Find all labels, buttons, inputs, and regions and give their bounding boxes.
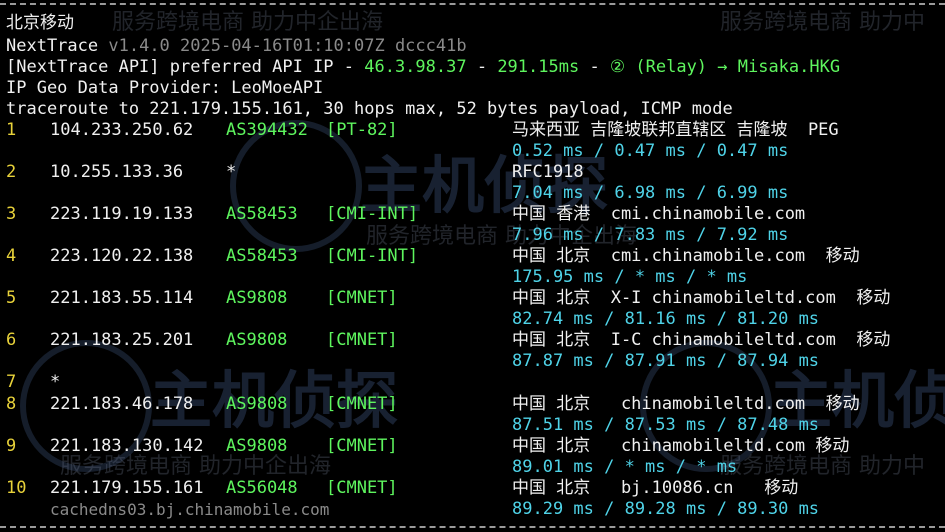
hop-rtt: 89.01 ms / * ms / * ms <box>512 457 738 477</box>
hop-tag: [CMI-INT] <box>326 246 419 266</box>
watermark-service-top: 服务跨境电商 助力中企出海 <box>112 10 383 35</box>
hop-rtt: 7.04 ms / 6.98 ms / 6.99 ms <box>512 183 789 203</box>
hop-number: 9 <box>6 436 17 456</box>
hop-ip: * <box>50 372 61 392</box>
hop-number: 4 <box>6 246 17 266</box>
hop-ip: 223.120.22.138 <box>50 246 194 266</box>
hop-tag: [PT-82] <box>326 120 398 140</box>
hop-number: 3 <box>6 204 17 224</box>
terminal-title: 北京移动 <box>6 13 74 33</box>
bottom-separator <box>0 526 945 528</box>
app-version: v1.4.0 2025-04-16T01:10:07Z dccc41b <box>108 36 467 56</box>
hop-number: 8 <box>6 394 17 414</box>
api-prefix: [NextTrace API] preferred API IP - <box>6 57 365 77</box>
hop-ip: 221.183.46.178 <box>50 394 194 414</box>
hop-asn: AS56048 <box>226 478 298 498</box>
hop-ip: 221.183.25.201 <box>50 330 194 350</box>
hop-ip: 221.179.155.161 <box>50 478 204 498</box>
hop-number: 6 <box>6 330 17 350</box>
hop-geo: 中国 北京 chinamobileltd.com 移动 <box>512 436 850 456</box>
hop-geo: 马来西亚 吉隆坡联邦直辖区 吉隆坡 PEG <box>512 120 839 140</box>
hop-tag: [CMNET] <box>326 288 398 308</box>
hop-asn: AS394432 <box>226 120 308 140</box>
api-relay: ② (Relay) → Misaka.HKG <box>609 57 841 77</box>
hop-rtt: 87.51 ms / 87.53 ms / 87.48 ms <box>512 415 820 435</box>
hop-asn: AS9808 <box>226 330 288 350</box>
hop-number: 1 <box>6 120 17 140</box>
hop-geo: 中国 北京 cmi.chinamobile.com 移动 <box>512 246 860 266</box>
hop-geo: 中国 香港 cmi.chinamobile.com <box>512 204 806 224</box>
hop-asn: AS9808 <box>226 394 288 414</box>
hop-asn: AS58453 <box>226 246 298 266</box>
hop-rtt: 87.87 ms / 87.91 ms / 87.94 ms <box>512 351 820 371</box>
hop-geo: RFC1918 <box>512 162 584 182</box>
api-sep2: - <box>579 57 610 77</box>
hop-ip: 221.183.55.114 <box>50 288 194 308</box>
hop-number: 7 <box>6 372 17 392</box>
hop-number: 10 <box>6 478 27 498</box>
api-latency: 291.15ms <box>497 57 580 77</box>
hop-geo: 中国 北京 bj.10086.cn 移动 <box>512 478 799 498</box>
api-ip: 46.3.98.37 <box>364 57 467 77</box>
hop-tag: [CMNET] <box>326 478 398 498</box>
hop-rtt: 7.96 ms / 7.83 ms / 7.92 ms <box>512 225 789 245</box>
hop-tag: [CMI-INT] <box>326 204 419 224</box>
hop-number: 2 <box>6 162 17 182</box>
hop-number: 5 <box>6 288 17 308</box>
traceroute-command-line: traceroute to 221.179.155.161, 30 hops m… <box>6 99 733 119</box>
hop-rtt: 0.52 ms / 0.47 ms / 0.47 ms <box>512 141 789 161</box>
hop-geo: 中国 北京 I-C chinamobileltd.com 移动 <box>512 330 891 350</box>
api-sep: - <box>466 57 498 77</box>
hop-tag: [CMNET] <box>326 394 398 414</box>
hop-ip: 221.183.130.142 <box>50 436 204 456</box>
hop-asn: AS9808 <box>226 436 288 456</box>
hop-asn: AS58453 <box>226 204 298 224</box>
hop-asn: AS9808 <box>226 288 288 308</box>
geo-provider-line: IP Geo Data Provider: LeoMoeAPI <box>6 78 324 98</box>
hop-ip: 223.119.19.133 <box>50 204 194 224</box>
hop-rtt: 175.95 ms / * ms / * ms <box>512 267 748 287</box>
watermark-service-top-right: 服务跨境电商 助力中 <box>720 10 925 35</box>
hop-asn: * <box>226 162 237 182</box>
app-version-line: NextTrace v1.4.0 2025-04-16T01:10:07Z dc… <box>6 36 467 57</box>
hop-ip: 10.255.133.36 <box>50 162 184 182</box>
hop-rtt: 89.29 ms / 89.28 ms / 89.30 ms <box>512 499 820 519</box>
hop-tag: [CMNET] <box>326 330 398 350</box>
hop-ptr: cachedns03.bj.chinamobile.com <box>50 500 330 519</box>
hop-tag: [CMNET] <box>326 436 398 456</box>
hop-geo: 中国 北京 chinamobileltd.com 移动 <box>512 394 860 414</box>
api-line: [NextTrace API] preferred API IP - 46.3.… <box>6 57 840 78</box>
hop-rtt: 82.74 ms / 81.16 ms / 81.20 ms <box>512 309 820 329</box>
hop-ip: 104.233.250.62 <box>50 120 194 140</box>
app-name: NextTrace <box>6 36 99 56</box>
hop-geo: 中国 北京 X-I chinamobileltd.com 移动 <box>512 288 891 308</box>
